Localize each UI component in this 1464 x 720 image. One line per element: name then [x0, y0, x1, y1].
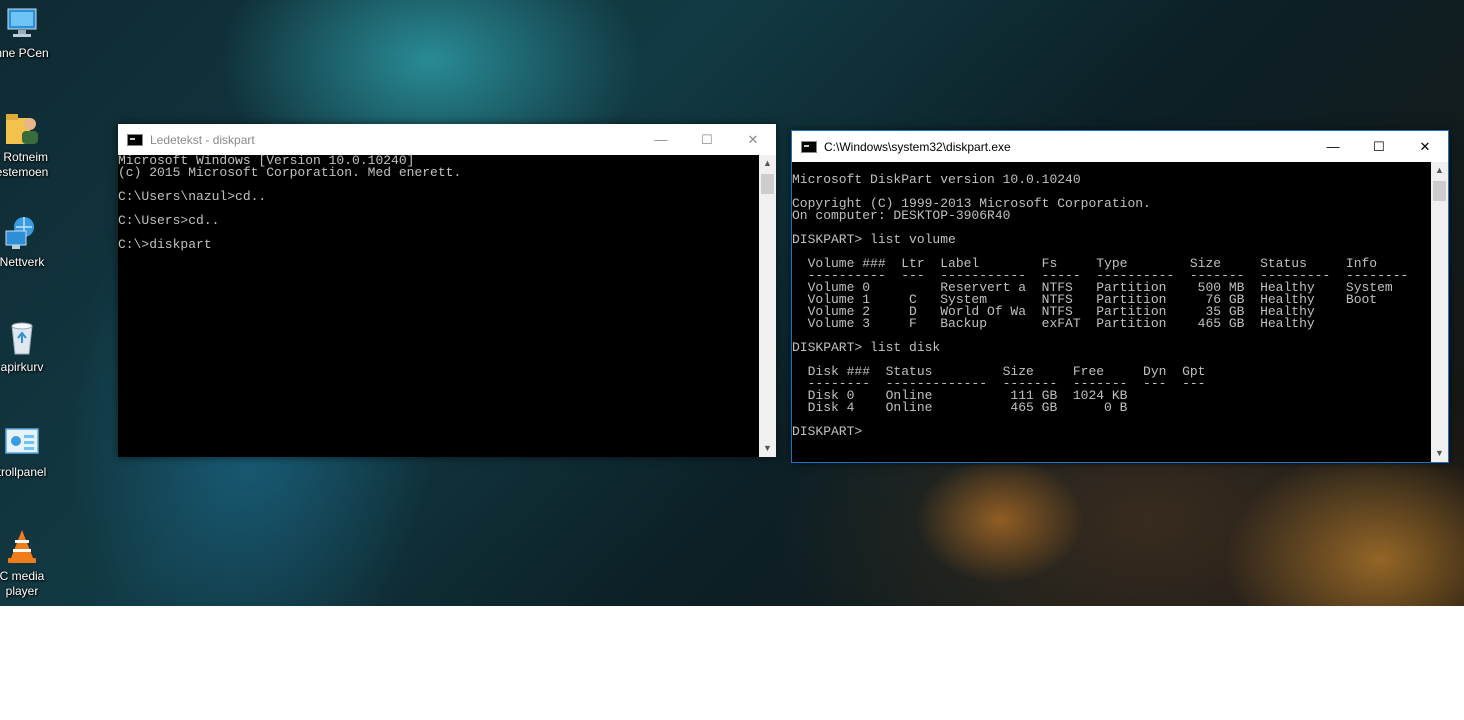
console-line: DISKPART> list disk: [792, 340, 941, 355]
console-line: (c) 2015 Microsoft Corporation. Med ener…: [118, 165, 462, 180]
computer-icon: [2, 4, 42, 44]
recycle-bin-icon: [2, 318, 42, 358]
scrollbar-thumb[interactable]: [1433, 181, 1446, 201]
console-line: On computer: DESKTOP-3906R40: [792, 208, 1011, 223]
desktop-icon-user-folder[interactable]: r Rotneim estemoen: [0, 108, 62, 180]
console-line: C:\>diskpart: [118, 237, 212, 252]
minimize-button[interactable]: —: [638, 124, 684, 155]
console-line: Microsoft DiskPart version 10.0.10240: [792, 172, 1081, 187]
scroll-down-icon[interactable]: ▼: [759, 440, 776, 457]
vlc-icon: [2, 527, 42, 567]
console-line: C:\Users\nazul>cd..: [118, 189, 267, 204]
scrollbar-thumb[interactable]: [761, 174, 774, 194]
scroll-down-icon[interactable]: ▼: [1431, 445, 1448, 462]
blank-area: [0, 606, 1464, 720]
diskpart-titlebar[interactable]: C:\Windows\system32\diskpart.exe — ☐ ✕: [792, 131, 1448, 162]
desktop-icon-label: r Rotneim estemoen: [0, 150, 49, 179]
console-line: Disk 4 Online 465 GB 0 B: [792, 400, 1128, 415]
maximize-button[interactable]: ☐: [684, 124, 730, 155]
desktop-icon-network[interactable]: Nettverk: [0, 213, 62, 270]
desktop-icon-control-panel[interactable]: trollpanel: [0, 423, 62, 480]
cmd-titlebar[interactable]: Ledetekst - diskpart — ☐ ✕: [118, 124, 776, 155]
console-line: C:\Users>cd..: [118, 213, 220, 228]
desktop-icon-recycle-bin[interactable]: apirkurv: [0, 318, 62, 375]
vertical-scrollbar[interactable]: ▲ ▼: [759, 155, 776, 457]
console-output[interactable]: Microsoft Windows [Version 10.0.10240] (c…: [118, 155, 759, 457]
control-panel-icon: [2, 423, 42, 463]
desktop-icon-label: apirkurv: [0, 360, 44, 374]
desktop-icon-label: C media player: [0, 569, 45, 598]
scroll-up-icon[interactable]: ▲: [1431, 162, 1448, 179]
desktop-icon-vlc[interactable]: C media player: [0, 527, 62, 599]
vertical-scrollbar[interactable]: ▲ ▼: [1431, 162, 1448, 462]
console-line: DISKPART>: [792, 424, 871, 439]
user-folder-icon: [2, 108, 42, 148]
window-title: C:\Windows\system32\diskpart.exe: [824, 139, 1011, 154]
console-app-icon: [801, 140, 817, 153]
console-app-icon: [127, 133, 143, 146]
close-button[interactable]: ✕: [730, 124, 776, 155]
desktop-icon-label: trollpanel: [0, 465, 47, 479]
console-line: Volume 3 F Backup exFAT Partition 465 GB…: [792, 316, 1315, 331]
close-button[interactable]: ✕: [1402, 131, 1448, 162]
minimize-button[interactable]: —: [1310, 131, 1356, 162]
cmd-window[interactable]: Ledetekst - diskpart — ☐ ✕ Microsoft Win…: [118, 124, 776, 457]
desktop-icon-label: Nettverk: [0, 255, 45, 269]
console-line: DISKPART> list volume: [792, 232, 956, 247]
console-output[interactable]: Microsoft DiskPart version 10.0.10240 Co…: [792, 162, 1431, 462]
desktop-icon-label: nne PCen: [0, 46, 49, 60]
scroll-up-icon[interactable]: ▲: [759, 155, 776, 172]
desktop-background: nne PCen r Rotneim estemoen Nettverk: [0, 0, 1464, 606]
network-icon: [2, 213, 42, 253]
desktop-icon-this-pc[interactable]: nne PCen: [0, 4, 62, 61]
diskpart-window[interactable]: C:\Windows\system32\diskpart.exe — ☐ ✕ M…: [791, 130, 1449, 463]
maximize-button[interactable]: ☐: [1356, 131, 1402, 162]
window-title: Ledetekst - diskpart: [150, 132, 255, 147]
